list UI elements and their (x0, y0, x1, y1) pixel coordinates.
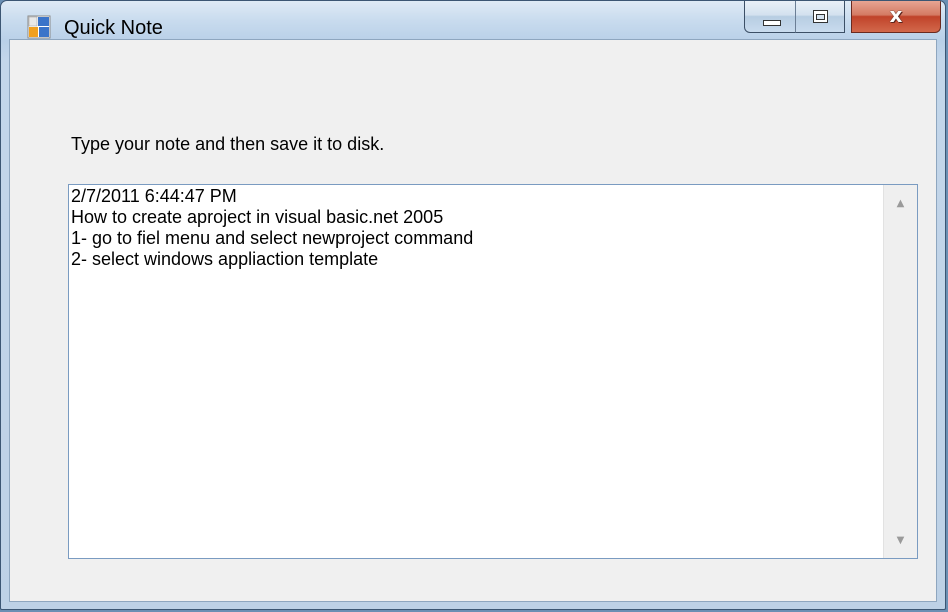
scroll-up-arrow-icon[interactable]: ▲ (884, 189, 917, 219)
close-icon: x (889, 3, 903, 27)
vertical-scrollbar[interactable]: ▲ ▼ (883, 185, 917, 558)
maximize-icon (813, 10, 828, 23)
form-client-area: Type your note and then save it to disk.… (9, 39, 937, 602)
maximize-button[interactable] (795, 1, 845, 33)
title-bar[interactable]: Quick Note x (1, 1, 945, 39)
quick-note-window: Quick Note x Type your note and then sav… (0, 0, 946, 610)
note-textbox-frame: 2/7/2011 6:44:47 PM How to create aproje… (68, 184, 918, 559)
minimize-icon (763, 20, 781, 26)
app-window-icon[interactable] (27, 15, 51, 39)
note-textbox[interactable]: 2/7/2011 6:44:47 PM How to create aproje… (71, 186, 876, 556)
minimize-button[interactable] (744, 1, 796, 33)
scroll-down-arrow-icon[interactable]: ▼ (884, 526, 917, 556)
close-button[interactable]: x (851, 1, 941, 33)
instruction-label: Type your note and then save it to disk. (71, 134, 385, 154)
